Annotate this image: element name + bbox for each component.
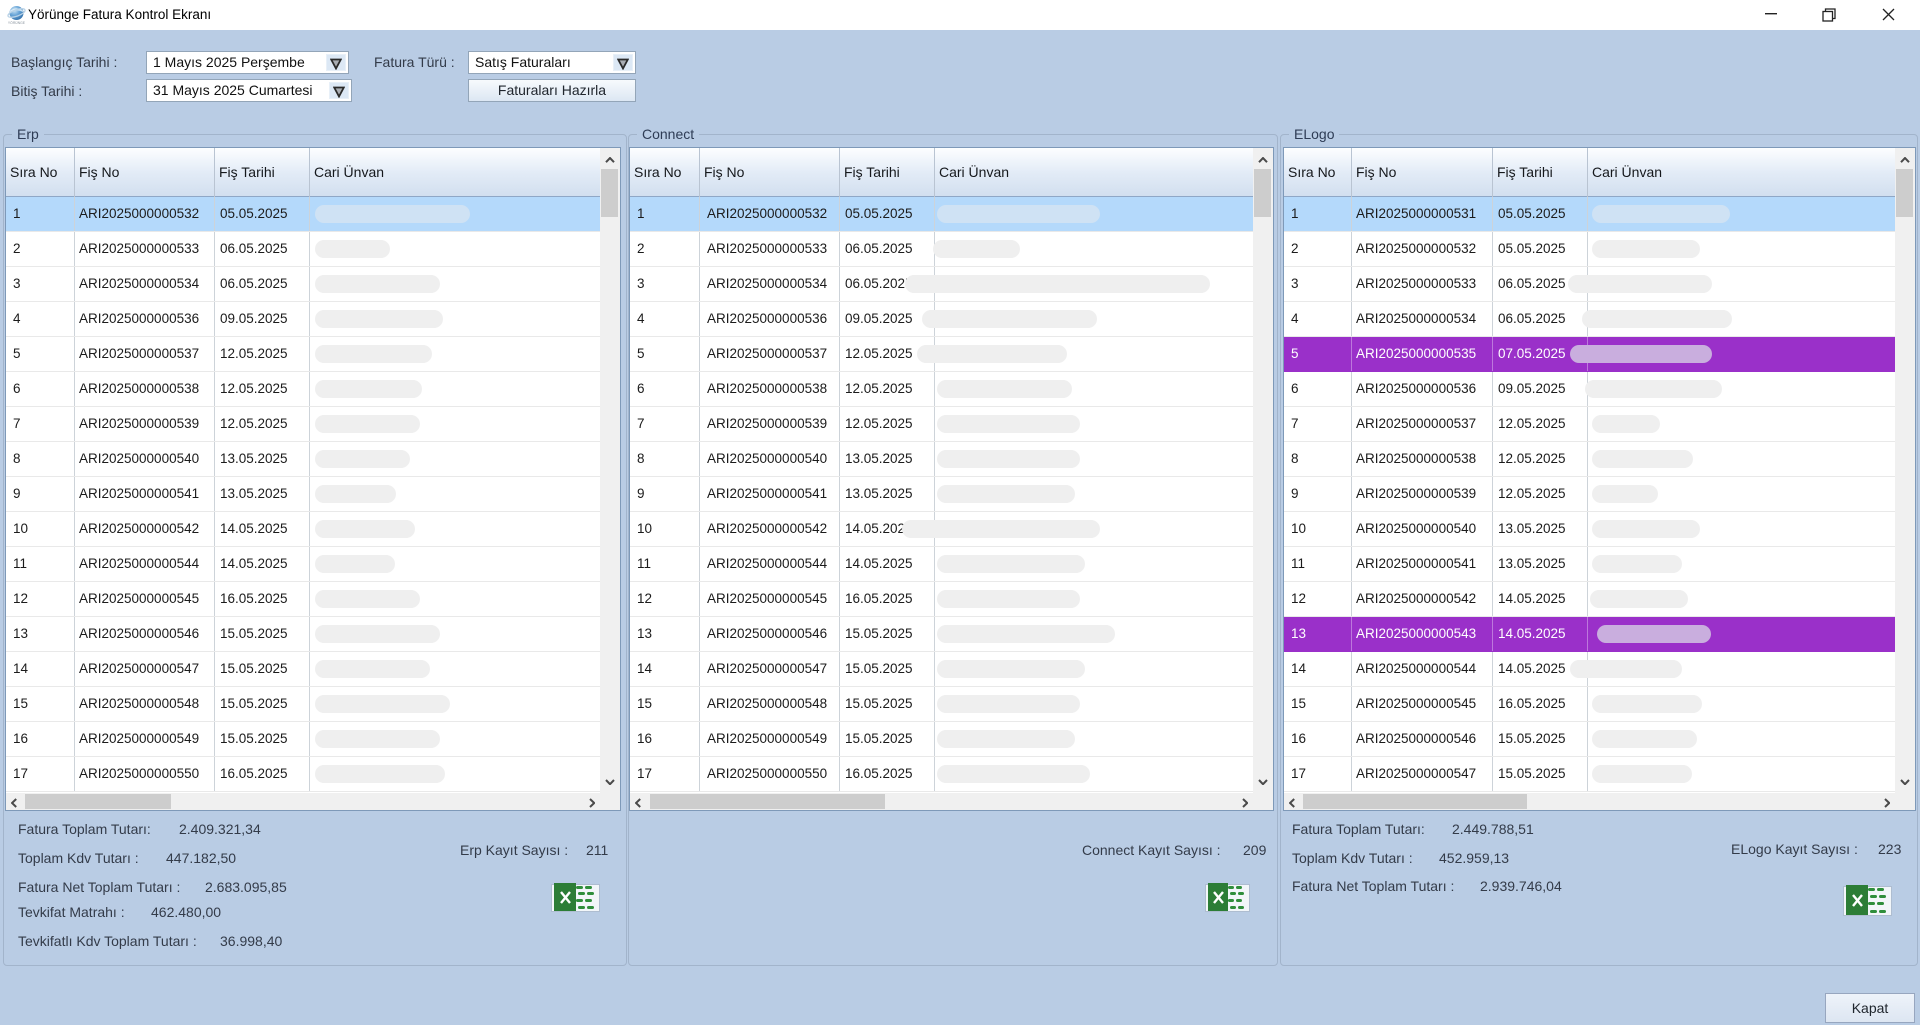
svg-text:YÖRÜNGE: YÖRÜNGE [8,21,26,25]
